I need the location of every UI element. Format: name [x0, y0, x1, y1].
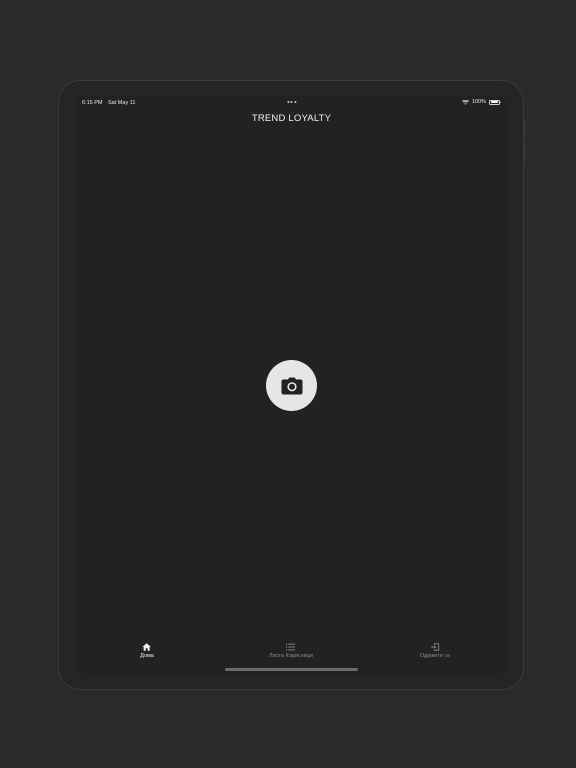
battery-icon — [489, 99, 501, 105]
volume-up-button — [524, 121, 526, 139]
status-indicators: 100% — [461, 99, 501, 105]
list-icon — [286, 643, 296, 651]
status-bar: 6:15 PM Sat May 11 100% — [75, 96, 508, 110]
tab-logout-label: Одјавете се — [419, 653, 451, 659]
page-title: TREND LOYALTY — [251, 113, 332, 124]
home-indicator[interactable] — [225, 668, 358, 671]
wifi-icon — [461, 99, 469, 105]
battery-percent: 100% — [471, 99, 486, 105]
camera-icon — [281, 377, 303, 395]
volume-down-button — [524, 145, 526, 163]
status-time-date: 6:15 PM Sat May 11 — [82, 100, 135, 106]
tab-user-list-label: Листа Корисници — [269, 653, 313, 659]
tab-logout[interactable]: Одјавете се — [420, 643, 450, 659]
tab-user-list[interactable]: Листа Корисници — [269, 643, 313, 659]
camera-button[interactable] — [266, 360, 317, 411]
status-time: 6:15 PM — [82, 100, 103, 106]
tab-bar: Дома Листа Корисници Одјавете се — [75, 639, 508, 667]
logout-icon — [430, 643, 440, 651]
app-screen: 6:15 PM Sat May 11 100% TREND LOYALTY До… — [75, 96, 508, 674]
multitasking-dots-icon[interactable] — [286, 101, 297, 103]
tab-home[interactable]: Дома — [140, 643, 154, 659]
tab-home-label: Дома — [140, 653, 154, 659]
house-icon — [142, 643, 152, 651]
status-date: Sat May 11 — [108, 100, 136, 106]
